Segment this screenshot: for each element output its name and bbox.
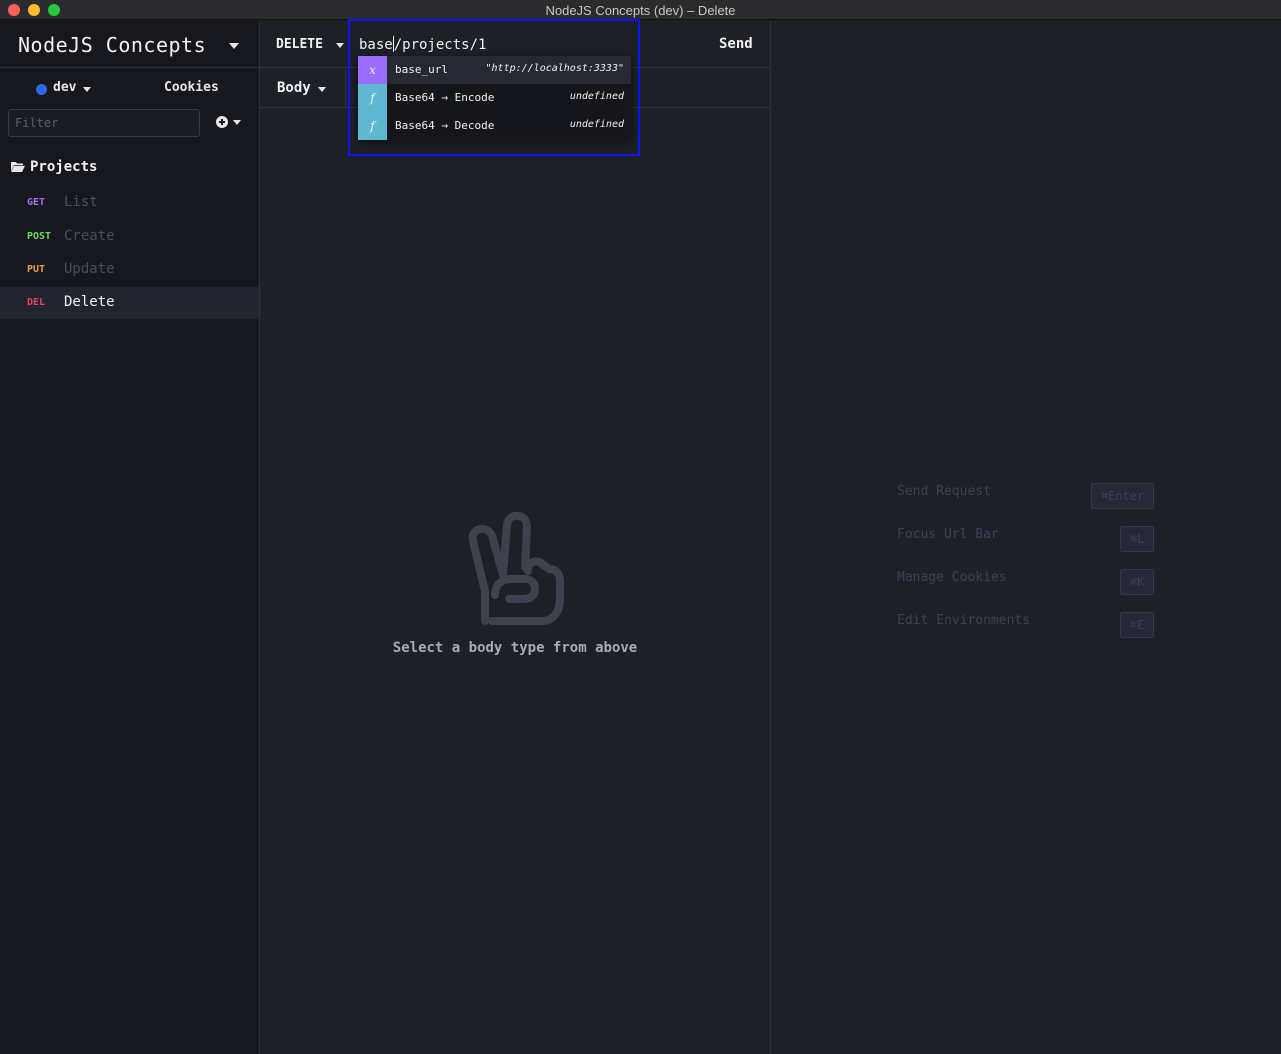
shortcut-key: ⌘L — [1120, 526, 1154, 552]
chevron-down-icon — [229, 43, 239, 49]
sidebar-request-list[interactable]: GET List — [0, 187, 259, 219]
peace-hand-icon — [468, 511, 564, 625]
request-pane: DELETE base/projects/1 Send Body Select … — [260, 21, 771, 1054]
environment-selector[interactable]: dev — [53, 80, 76, 95]
shortcut-key: ⌘K — [1120, 569, 1154, 595]
method-badge: POST — [27, 231, 52, 242]
close-window-button[interactable] — [8, 4, 20, 16]
hint-focus-url-bar: Focus Url Bar — [897, 527, 999, 542]
autocomplete-item-name: base_url — [395, 63, 448, 76]
autocomplete-item-base64-decode[interactable]: f Base64 → Decode undefined — [358, 112, 631, 140]
folder-open-icon — [11, 162, 25, 172]
autocomplete-item-value: undefined — [569, 119, 624, 130]
sidebar-request-delete[interactable]: DEL Delete — [0, 287, 259, 319]
chevron-down-icon — [318, 87, 326, 92]
chevron-down-icon[interactable] — [233, 120, 241, 125]
chevron-down-icon — [83, 87, 91, 92]
hint-send-request: Send Request — [897, 484, 991, 499]
hint-edit-environments: Edit Environments — [897, 613, 1031, 628]
autocomplete-item-base-url[interactable]: x base_url "http://localhost:3333" — [358, 56, 631, 84]
variable-icon: x — [358, 56, 387, 84]
workspace-menu[interactable]: NodeJS Concepts — [0, 21, 259, 68]
hint-manage-cookies: Manage Cookies — [897, 570, 1007, 585]
autocomplete-item-name: Base64 → Encode — [395, 91, 495, 104]
sidebar-request-update[interactable]: PUT Update — [0, 254, 259, 286]
method-badge: PUT — [27, 264, 46, 275]
tab-body[interactable]: Body — [277, 80, 311, 96]
method-badge: DEL — [27, 297, 46, 308]
add-circle-icon[interactable] — [216, 116, 228, 128]
environment-color-dot — [36, 84, 47, 95]
method-dropdown[interactable]: DELETE — [276, 37, 323, 52]
window-titlebar: NodeJS Concepts (dev) – Delete — [0, 0, 1281, 20]
shortcut-key: ⌘E — [1120, 612, 1154, 638]
environment-row: dev Cookies — [0, 69, 259, 107]
request-name: Create — [64, 228, 115, 244]
autocomplete-dropdown: x base_url "http://localhost:3333" f Bas… — [358, 56, 631, 140]
sidebar: NodeJS Concepts dev Cookies Projects GET… — [0, 21, 260, 1054]
workspace-name: NodeJS Concepts — [18, 33, 207, 57]
folder-name: Projects — [30, 159, 98, 175]
empty-body-message: Select a body type from above — [392, 640, 638, 656]
function-icon: f — [358, 112, 387, 140]
request-name: Update — [64, 261, 115, 277]
minimize-window-button[interactable] — [28, 4, 40, 16]
folder-projects[interactable]: Projects — [0, 154, 259, 180]
function-icon: f — [358, 84, 387, 112]
send-button[interactable]: Send — [719, 36, 753, 52]
autocomplete-item-name: Base64 → Decode — [395, 119, 495, 132]
chevron-down-icon — [336, 43, 344, 48]
tab-divider — [345, 69, 346, 107]
filter-input[interactable] — [8, 109, 200, 137]
autocomplete-item-value: undefined — [569, 91, 624, 102]
autocomplete-item-base64-encode[interactable]: f Base64 → Encode undefined — [358, 84, 631, 112]
response-pane: Send Request ⌘Enter Focus Url Bar ⌘L Man… — [771, 21, 1281, 1054]
sidebar-request-create[interactable]: POST Create — [0, 221, 259, 253]
maximize-window-button[interactable] — [48, 4, 60, 16]
request-name: List — [64, 194, 98, 210]
method-badge: GET — [27, 197, 46, 208]
shortcut-key: ⌘Enter — [1091, 483, 1154, 509]
request-name: Delete — [64, 294, 115, 310]
window-title: NodeJS Concepts (dev) – Delete — [545, 3, 736, 18]
cookies-button[interactable]: Cookies — [164, 80, 219, 95]
autocomplete-item-value: "http://localhost:3333" — [485, 63, 624, 74]
